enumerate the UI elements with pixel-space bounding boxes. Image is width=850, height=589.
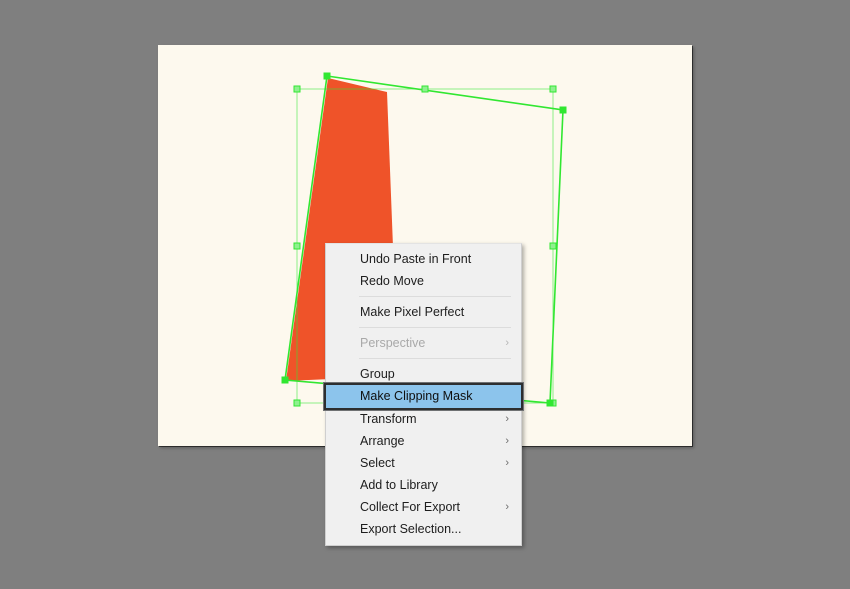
menu-item-undo-paste-in-front[interactable]: Undo Paste in Front: [326, 248, 521, 270]
illustrator-canvas-workspace: Undo Paste in Front Redo Move Make Pixel P…: [0, 0, 850, 589]
chevron-right-icon: ›: [505, 457, 509, 469]
menu-item-perspective: Perspective ›: [326, 332, 521, 354]
menu-item-add-to-library[interactable]: Add to Library: [326, 474, 521, 496]
menu-item-select[interactable]: Select ›: [326, 452, 521, 474]
chevron-right-icon: ›: [505, 435, 509, 447]
menu-item-label: Group: [360, 367, 395, 381]
menu-item-transform[interactable]: Transform ›: [326, 408, 521, 430]
menu-item-label: Arrange: [360, 434, 405, 448]
menu-item-make-clipping-mask[interactable]: Make Clipping Mask: [323, 382, 524, 411]
menu-item-label: Collect For Export: [360, 500, 461, 514]
menu-item-redo-move[interactable]: Redo Move: [326, 270, 521, 292]
menu-item-collect-for-export[interactable]: Collect For Export ›: [326, 496, 521, 518]
menu-item-label: Make Pixel Perfect: [360, 305, 465, 319]
menu-item-label: Export Selection...: [360, 522, 462, 536]
menu-item-label: Make Clipping Mask: [360, 389, 473, 403]
menu-separator: [359, 358, 511, 359]
menu-item-label: Select: [360, 456, 395, 470]
menu-item-group[interactable]: Group: [326, 363, 521, 385]
menu-separator: [359, 296, 511, 297]
menu-item-label: Redo Move: [360, 274, 424, 288]
menu-item-export-selection[interactable]: Export Selection...: [326, 518, 521, 540]
menu-item-make-pixel-perfect[interactable]: Make Pixel Perfect: [326, 301, 521, 323]
menu-item-label: Transform: [360, 412, 417, 426]
chevron-right-icon: ›: [505, 501, 509, 513]
menu-item-label: Add to Library: [360, 478, 438, 492]
context-menu[interactable]: Undo Paste in Front Redo Move Make Pixel P…: [323, 243, 524, 546]
menu-item-label: Perspective: [360, 336, 426, 350]
menu-separator: [359, 327, 511, 328]
menu-item-arrange[interactable]: Arrange ›: [326, 430, 521, 452]
menu-item-label: Undo Paste in Front: [360, 252, 472, 266]
chevron-right-icon: ›: [505, 337, 509, 349]
chevron-right-icon: ›: [505, 413, 509, 425]
